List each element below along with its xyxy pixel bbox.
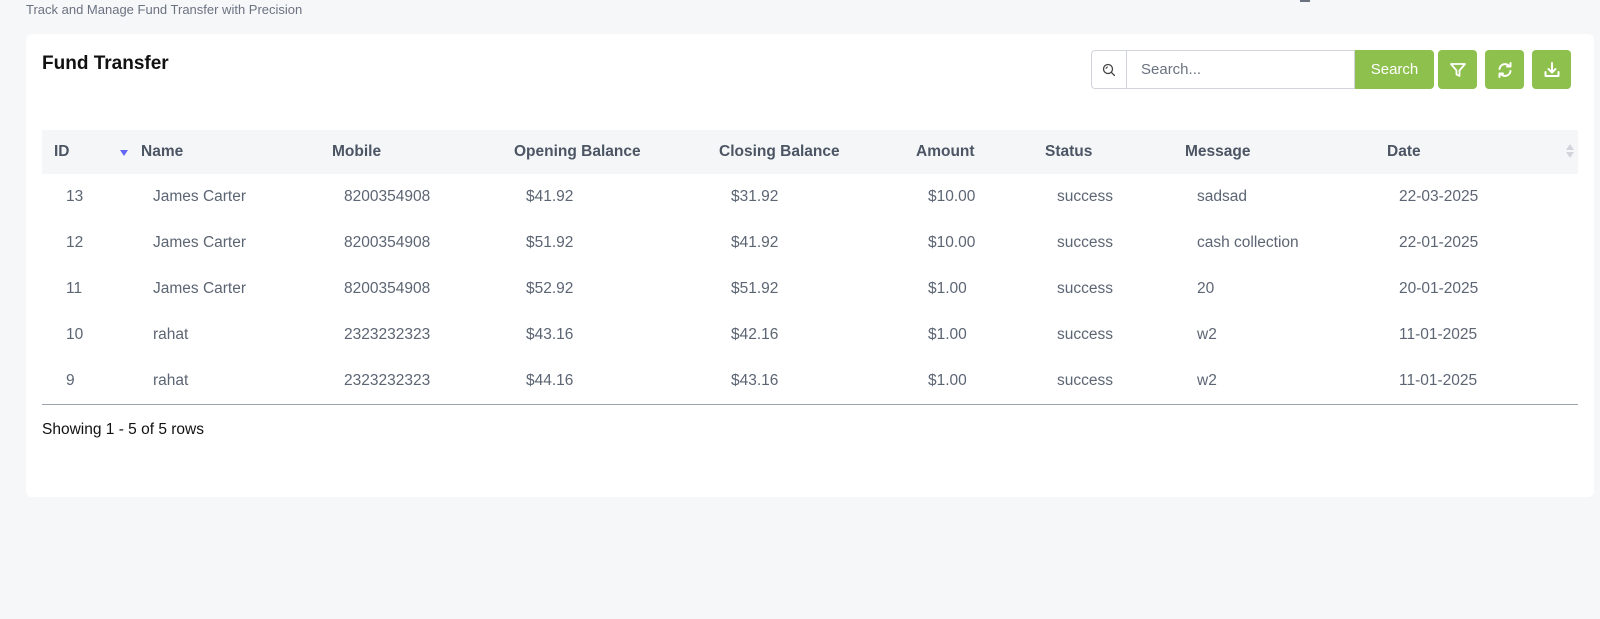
cell-date: 11-01-2025: [1375, 358, 1578, 405]
column-header-message[interactable]: Message: [1173, 130, 1375, 174]
column-header-label: Closing Balance: [719, 143, 840, 160]
cell-amount: $1.00: [928, 326, 967, 343]
fund-transfer-card: Fund Transfer Search... Search ID Name M…: [26, 34, 1594, 497]
sort-desc-icon: [120, 150, 128, 156]
cell-id: 12: [66, 234, 84, 251]
cell-mobile: 8200354908: [344, 188, 431, 205]
cell-name: rahat: [153, 326, 189, 343]
table-row[interactable]: 11 James Carter 8200354908 $52.92 $51.92…: [42, 266, 1578, 312]
cell-closing-balance: $31.92: [731, 188, 779, 205]
cell-message: w2: [1173, 358, 1375, 405]
pagination-info: Showing 1 - 5 of 5 rows: [42, 421, 204, 438]
cell-amount: $1.00: [904, 358, 1033, 405]
cell-message: cash collection: [1197, 234, 1299, 251]
cell-status: success: [1057, 280, 1113, 297]
cell-message: w2: [1197, 326, 1217, 343]
sort-icon: [1566, 144, 1574, 158]
table-header-row: ID Name Mobile Opening Balance Closing B…: [42, 130, 1578, 174]
table-row[interactable]: 9 rahat 2323232323 $44.16 $43.16 $1.00 s…: [42, 358, 1578, 405]
search-icon: [1091, 50, 1126, 89]
cell-opening-balance: $43.16: [526, 326, 574, 343]
table-row[interactable]: 13 James Carter 8200354908 $41.92 $31.92…: [42, 174, 1578, 220]
card-title: Fund Transfer: [42, 53, 169, 74]
cell-closing-balance: $41.92: [731, 234, 779, 251]
cell-name: James Carter: [153, 234, 247, 251]
cell-status: success: [1057, 234, 1113, 251]
cell-opening-balance: $52.92: [526, 280, 574, 297]
cell-name: James Carter: [153, 188, 247, 205]
cell-mobile: 2323232323: [320, 358, 502, 405]
column-header-status[interactable]: Status: [1033, 130, 1173, 174]
download-button[interactable]: [1532, 50, 1571, 89]
cell-mobile: 8200354908: [344, 234, 431, 251]
cell-amount: $10.00: [928, 234, 976, 251]
column-header-amount[interactable]: Amount: [904, 130, 1033, 174]
download-icon: [1544, 61, 1559, 77]
search-button[interactable]: Search: [1355, 50, 1434, 89]
column-header-closing-balance[interactable]: Closing Balance: [707, 130, 904, 174]
column-header-name[interactable]: Name: [129, 130, 320, 174]
column-header-opening-balance[interactable]: Opening Balance: [502, 130, 707, 174]
cell-id: 9: [42, 358, 129, 405]
cell-opening-balance: $44.16: [502, 358, 707, 405]
column-header-label: Status: [1045, 143, 1093, 160]
header-divider: [1300, 0, 1310, 2]
refresh-button[interactable]: [1485, 50, 1524, 89]
column-header-label: Name: [141, 143, 184, 160]
cell-opening-balance: $51.92: [526, 234, 574, 251]
cell-name: James Carter: [153, 280, 247, 297]
column-header-label: Message: [1185, 143, 1251, 160]
cell-status: success: [1057, 326, 1113, 343]
cell-mobile: 2323232323: [344, 326, 431, 343]
page-subtitle: Track and Manage Fund Transfer with Prec…: [26, 2, 303, 17]
column-header-label: Opening Balance: [514, 143, 641, 160]
cell-amount: $10.00: [928, 188, 976, 205]
cell-id: 10: [66, 326, 84, 343]
cell-mobile: 8200354908: [344, 280, 431, 297]
cell-id: 11: [66, 280, 83, 297]
cell-date: 22-01-2025: [1399, 234, 1479, 251]
cell-id: 13: [66, 188, 84, 205]
cell-name: rahat: [129, 358, 320, 405]
fund-transfer-table: ID Name Mobile Opening Balance Closing B…: [42, 130, 1578, 405]
cell-date: 11-01-2025: [1399, 326, 1478, 343]
search-input[interactable]: [1126, 50, 1355, 89]
table-row[interactable]: 10 rahat 2323232323 $43.16 $42.16 $1.00 …: [42, 312, 1578, 358]
cell-message: 20: [1197, 280, 1215, 297]
column-header-id[interactable]: ID: [42, 130, 129, 174]
column-header-label: Date: [1387, 143, 1421, 160]
cell-closing-balance: $42.16: [731, 326, 779, 343]
filter-icon: [1449, 62, 1466, 77]
column-header-label: ID: [54, 143, 70, 160]
column-header-mobile[interactable]: Mobile: [320, 130, 502, 174]
refresh-icon: [1498, 61, 1511, 78]
filter-button[interactable]: [1438, 50, 1477, 89]
cell-message: sadsad: [1197, 188, 1247, 205]
cell-opening-balance: $41.92: [526, 188, 574, 205]
column-header-label: Amount: [916, 143, 975, 160]
table-row[interactable]: 12 James Carter 8200354908 $51.92 $41.92…: [42, 220, 1578, 266]
cell-closing-balance: $43.16: [707, 358, 904, 405]
cell-amount: $1.00: [928, 280, 967, 297]
cell-date: 22-03-2025: [1399, 188, 1479, 205]
cell-date: 20-01-2025: [1399, 280, 1479, 297]
cell-status: success: [1057, 188, 1113, 205]
column-header-label: Mobile: [332, 143, 382, 160]
column-header-date[interactable]: Date: [1375, 130, 1578, 174]
cell-closing-balance: $51.92: [731, 280, 779, 297]
cell-status: success: [1033, 358, 1173, 405]
search-group: Search: [1091, 50, 1434, 89]
